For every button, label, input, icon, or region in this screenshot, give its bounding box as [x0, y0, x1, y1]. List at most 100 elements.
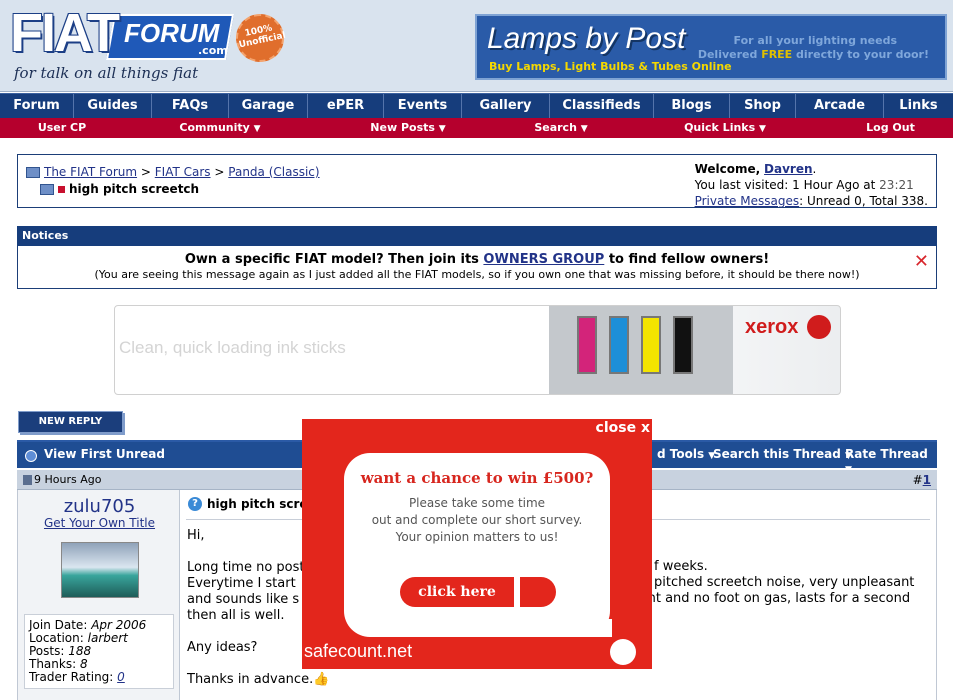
location-label: Location: — [29, 631, 88, 645]
notice-main-a: Own a specific FIAT model? Then join its — [184, 252, 484, 267]
post-greeting: Hi, — [187, 528, 205, 543]
last-visit-label: You last visited: 1 Hour Ago at — [694, 178, 876, 192]
current-thread-title: high pitch screetch — [69, 182, 200, 196]
xerox-ad-banner[interactable]: Clean, quick loading ink sticks xerox — [114, 305, 841, 395]
nav-eper[interactable]: ePER — [308, 94, 384, 118]
ink-stick-magenta — [577, 316, 597, 374]
subnav-user-cp[interactable]: User CP — [0, 118, 124, 138]
trader-label: Trader Rating: — [29, 670, 118, 684]
nav-gallery[interactable]: Gallery — [462, 94, 550, 118]
breadcrumb-fiat-cars[interactable]: FIAT Cars — [155, 165, 211, 179]
subnav-community-label: Community — [179, 121, 250, 134]
nav-events[interactable]: Events — [384, 94, 462, 118]
lamps-ad-delivery: Delivered FREE directly to your door! — [698, 48, 929, 61]
nav-blogs[interactable]: Blogs — [654, 94, 730, 118]
close-icon[interactable]: ✕ — [914, 251, 929, 272]
popup-text: Please take some time out and complete o… — [344, 495, 610, 546]
notice-main-b: to find fellow owners! — [604, 252, 770, 267]
breadcrumb-sep: > — [214, 165, 225, 179]
popup-headline: want a chance to win £500? — [360, 469, 594, 487]
post-line-2: Everytime I start — [187, 576, 296, 591]
popup-card-tab — [564, 619, 612, 637]
subnav-quick-links-label: Quick Links — [684, 121, 756, 134]
click-here-button[interactable]: click here — [400, 577, 514, 607]
breadcrumb-sep: > — [140, 165, 151, 179]
new-reply-button[interactable]: NEW REPLY — [18, 411, 123, 433]
post-username[interactable]: zulu705 — [18, 496, 181, 517]
subnav-new-posts[interactable]: New Posts ▼ — [316, 118, 500, 138]
search-thread-label: Search this Thread — [713, 447, 841, 461]
thread-icon — [58, 186, 65, 193]
lamps-ad-delivery-a: Delivered — [697, 48, 762, 61]
chevron-down-icon: ▼ — [253, 124, 261, 134]
post-number-hash: # — [912, 473, 923, 487]
subnav-quick-links[interactable]: Quick Links ▼ — [622, 118, 828, 138]
xerox-ad-text: Clean, quick loading ink sticks — [119, 338, 346, 357]
trader-rating-link[interactable]: 0 — [117, 670, 125, 684]
breadcrumb-forum[interactable]: The FIAT Forum — [44, 165, 137, 179]
folder-icon — [40, 184, 54, 195]
popup-text-2: out and complete our short survey. — [371, 513, 583, 527]
thanks-label: Thanks: — [29, 657, 80, 671]
post-permalink[interactable]: 1 — [923, 473, 931, 487]
post-signoff-text: Thanks in advance. — [187, 672, 314, 687]
lamps-ad-subtitle: Buy Lamps, Light Bulbs & Tubes Online — [489, 60, 732, 73]
search-thread-menu[interactable]: Search this Thread ▼ — [713, 447, 852, 461]
welcome-panel: Welcome, Davren. You last visited: 1 Hou… — [695, 161, 928, 209]
ink-stick-cyan — [609, 316, 629, 374]
subnav-log-out[interactable]: Log Out — [828, 118, 953, 138]
popup-card: want a chance to win £500? Please take s… — [344, 453, 610, 637]
nav-shop[interactable]: Shop — [730, 94, 796, 118]
post-line-3-end: int and no foot on gas, lasts for a seco… — [644, 591, 911, 606]
popup-close-button[interactable]: close x — [596, 420, 650, 436]
tagline: for talk on all things fiat — [14, 64, 199, 82]
last-visit: You last visited: 1 Hour Ago at 23:21 — [695, 177, 928, 193]
logo-fiat[interactable]: FIAT — [10, 6, 120, 60]
ink-stick-black — [673, 316, 693, 374]
site-header: FIAT FORUM .com 100% Unofficial for talk… — [0, 0, 953, 92]
chevron-down-icon: ▼ — [759, 124, 766, 134]
breadcrumb-box: The FIAT Forum > FIAT Cars > Panda (Clas… — [17, 154, 937, 208]
chevron-down-icon: ▼ — [438, 124, 446, 134]
subnav-search[interactable]: Search ▼ — [500, 118, 622, 138]
lamps-ad-banner[interactable]: Lamps by Post Buy Lamps, Light Bulbs & T… — [475, 14, 947, 80]
view-first-unread-link[interactable]: View First Unread — [44, 447, 165, 461]
welcome-label: Welcome, — [694, 162, 761, 176]
nav-links[interactable]: Links — [884, 94, 953, 118]
popup-circle-icon — [610, 639, 636, 665]
nav-guides[interactable]: Guides — [74, 94, 152, 118]
lamps-ad-free: FREE — [761, 48, 793, 61]
lamps-ad-tagline: For all your lighting needs — [733, 34, 897, 47]
private-messages-link[interactable]: Private Messages — [695, 194, 800, 208]
breadcrumb-panda[interactable]: Panda (Classic) — [228, 165, 319, 179]
nav-arcade[interactable]: Arcade — [796, 94, 884, 118]
posts-label: Posts: — [29, 644, 69, 658]
subnav-community[interactable]: Community ▼ — [124, 118, 316, 138]
location-value: larbert — [87, 631, 128, 645]
welcome-username[interactable]: Davren — [764, 162, 812, 176]
post-line-1-end: f weeks. — [654, 559, 708, 574]
nav-forum[interactable]: Forum — [0, 94, 74, 118]
post-line-1: Long time no post — [187, 560, 305, 575]
join-date-label: Join Date: — [29, 618, 92, 632]
xerox-ball-icon — [807, 315, 831, 339]
notice-main: Own a specific FIAT model? Then join its… — [18, 252, 936, 267]
safecount-brand: safecount.net — [304, 641, 413, 661]
pm-line: Private Messages: Unread 0, Total 338. — [695, 193, 928, 209]
unofficial-badge: 100% Unofficial — [231, 9, 289, 67]
notices-header: Notices — [17, 226, 937, 246]
owners-group-link[interactable]: OWNERS GROUP — [483, 252, 604, 267]
trader-rating: Trader Rating: 0 — [29, 671, 169, 684]
thread-tools-menu[interactable]: d Tools ▼ — [657, 447, 715, 461]
notice-sub: (You are seeing this message again as I … — [94, 268, 860, 281]
pm-counts: : Unread 0, Total 338. — [799, 194, 928, 208]
lamps-ad-delivery-c: directly to your door! — [792, 48, 929, 61]
logo-com: .com — [198, 44, 228, 57]
nav-faqs[interactable]: FAQs — [152, 94, 229, 118]
post-line-3: and sounds like s — [187, 592, 300, 607]
click-here-button-tab[interactable] — [520, 577, 556, 607]
nav-classifieds[interactable]: Classifieds — [550, 94, 654, 118]
user-title-link[interactable]: Get Your Own Title — [18, 516, 181, 530]
post-line-4: then all is well. — [187, 608, 285, 623]
nav-garage[interactable]: Garage — [229, 94, 308, 118]
